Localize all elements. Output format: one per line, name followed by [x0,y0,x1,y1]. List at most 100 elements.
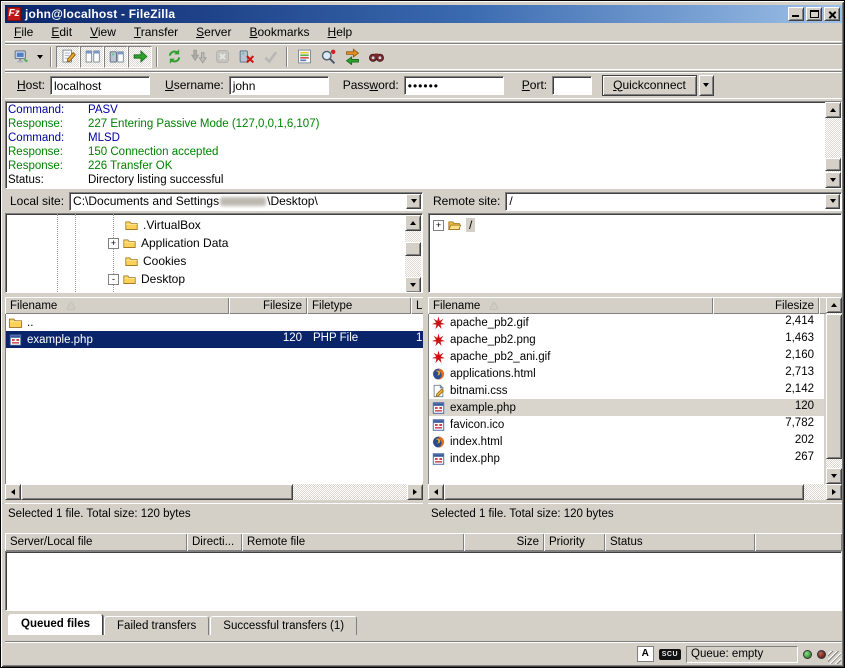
scroll-right-button[interactable] [826,484,842,500]
column-header-size[interactable]: Size [464,533,544,551]
resize-grip[interactable] [828,651,841,664]
reconnect-button[interactable] [258,46,282,68]
scroll-left-button[interactable] [5,484,21,500]
remote-tree-icon [108,48,125,65]
toggle-transfer-queue-button[interactable] [128,46,152,68]
disconnect-button[interactable] [234,46,258,68]
refresh-button[interactable] [162,46,186,68]
column-header-filetype[interactable]: Filetype [307,297,411,314]
tab-failed-transfers[interactable]: Failed transfers [104,616,209,635]
username-input[interactable]: john [229,76,329,95]
synchronized-browsing-button[interactable] [340,46,364,68]
scroll-right-button[interactable] [407,484,423,500]
scroll-down-button[interactable] [405,277,421,293]
tree-item-application-data[interactable]: + Application Data [108,235,228,251]
menu-server[interactable]: Server [187,23,240,41]
file-row[interactable]: index.html202 [429,433,824,450]
speed-limit-indicator[interactable]: SCU [659,649,681,660]
file-row[interactable]: index.php267 [429,450,824,467]
remote-site-combobox[interactable]: / [505,192,842,211]
column-header-filler [755,533,842,551]
column-header-status[interactable]: Status [605,533,755,551]
minimize-button[interactable] [788,7,804,21]
title-bar[interactable]: Fz john@localhost - FileZilla [5,5,842,23]
toggle-local-tree-button[interactable] [80,46,104,68]
remote-site-label: Remote site: [428,192,505,210]
menu-transfer[interactable]: Transfer [125,23,187,41]
host-input[interactable]: localhost [50,76,150,95]
file-row-parent-dir[interactable]: .. [6,314,423,331]
scroll-down-button[interactable] [826,468,842,484]
scroll-up-button[interactable] [405,215,421,231]
column-header-filesize[interactable]: Filesize [229,297,307,314]
find-files-button[interactable] [364,46,388,68]
local-horizontal-scrollbar[interactable] [5,484,423,500]
tree-item-cookies[interactable]: Cookies [124,253,186,269]
file-row[interactable]: apache_pb2.gif2,414 [429,314,824,331]
tree-item-virtualbox[interactable]: .VirtualBox [124,217,201,233]
column-header-filesize[interactable]: Filesize [713,297,819,314]
directory-filters-button[interactable] [292,46,316,68]
site-manager-button[interactable] [9,46,33,68]
file-row-selected[interactable]: example.php120 [429,399,824,416]
remote-horizontal-scrollbar[interactable] [428,484,842,500]
quickconnect-button[interactable]: Quickconnect [602,75,697,96]
scroll-up-button[interactable] [826,297,842,313]
column-header-server-local-file[interactable]: Server/Local file [5,533,187,551]
column-header-priority[interactable]: Priority [544,533,605,551]
tree-item-desktop[interactable]: - Desktop [108,271,185,287]
scroll-thumb[interactable] [825,158,841,171]
scroll-down-button[interactable] [825,172,841,188]
menu-bookmarks[interactable]: Bookmarks [240,23,318,41]
remote-list-scrollbar[interactable] [826,297,842,484]
menu-file[interactable]: File [5,23,42,41]
quickconnect-dropdown[interactable] [699,75,714,96]
scroll-up-button[interactable] [825,102,841,118]
maximize-button[interactable] [806,7,822,21]
data-type-indicator[interactable]: A [637,646,654,662]
file-row[interactable]: applications.html2,713 [429,365,824,382]
file-row-example-php[interactable]: example.php 120 PHP File 1 [6,331,423,348]
column-header-remote-file[interactable]: Remote file [242,533,464,551]
tree-item-root[interactable]: + / [433,217,475,233]
scroll-thumb[interactable] [21,484,293,500]
binoculars-icon [368,48,385,65]
column-header-direction[interactable]: Directi... [187,533,242,551]
tab-queued-files[interactable]: Queued files [8,614,103,635]
scroll-thumb[interactable] [405,242,421,256]
collapse-icon[interactable]: - [108,274,119,285]
local-site-combobox[interactable]: C:\Documents and Settings\Desktop\ [69,192,423,211]
username-label: Username: [165,78,224,92]
file-row[interactable]: favicon.ico7,782 [429,416,824,433]
expand-icon[interactable]: + [433,220,444,231]
file-row[interactable]: apache_pb2_ani.gif2,160 [429,348,824,365]
menu-help[interactable]: Help [319,23,362,41]
site-manager-dropdown[interactable] [33,46,46,68]
scroll-thumb[interactable] [826,314,842,459]
toggle-remote-tree-button[interactable] [104,46,128,68]
scroll-thumb[interactable] [444,484,804,500]
file-row[interactable]: bitnami.css2,142 [429,382,824,399]
menu-view[interactable]: View [81,23,125,41]
password-input[interactable]: •••••• [404,76,504,95]
local-tree-scrollbar[interactable] [405,215,421,293]
column-header-filename[interactable]: Filename [5,297,229,314]
directory-comparison-button[interactable] [316,46,340,68]
scroll-left-button[interactable] [428,484,444,500]
combo-dropdown-button[interactable] [406,194,421,209]
column-header-filename[interactable]: Filename [428,297,713,314]
process-queue-button[interactable] [186,46,210,68]
toggle-message-log-button[interactable] [56,46,80,68]
column-header-last-modified[interactable]: Last modified [411,297,423,314]
cancel-operation-button[interactable] [210,46,234,68]
tab-successful-transfers[interactable]: Successful transfers (1) [210,616,357,635]
close-button[interactable] [824,7,840,21]
log-scrollbar[interactable] [825,102,841,188]
folder-open-icon [447,219,462,232]
port-input[interactable] [552,76,592,95]
expand-icon[interactable]: + [108,238,119,249]
combo-dropdown-button[interactable] [825,194,840,209]
file-row[interactable]: apache_pb2.png1,463 [429,331,824,348]
css-file-icon [431,384,446,398]
menu-edit[interactable]: Edit [42,23,81,41]
